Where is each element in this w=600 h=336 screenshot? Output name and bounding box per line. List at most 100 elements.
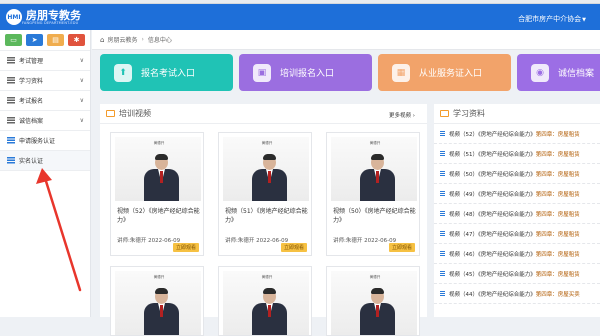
list-item[interactable]: 视频（46）《房地产经纪综合能力》 第四章：房屋租赁 bbox=[434, 244, 600, 264]
video-thumbnail[interactable]: 黄德开 bbox=[115, 137, 201, 201]
watch-now-button[interactable]: 立即观看 bbox=[280, 243, 307, 252]
top-header: HMI 房朋专教务 FANGPENG DEPARTMENT.EDU 合肥市房产中… bbox=[0, 4, 600, 30]
video-card[interactable]: 黄德开 bbox=[218, 266, 312, 336]
list-bullet-icon bbox=[440, 291, 445, 296]
chevron-down-icon: ∨ bbox=[79, 97, 84, 104]
item-chapter: 第四章：房屋租赁 bbox=[535, 131, 580, 138]
video-thumbnail[interactable]: 黄德开 bbox=[331, 271, 417, 335]
video-meta: 讲师:朱德开 2022-06-09 bbox=[333, 238, 397, 244]
video-meta: 讲师:朱德开 2022-06-09 bbox=[225, 238, 289, 244]
card-label: 培训报名入口 bbox=[280, 69, 335, 79]
video-card[interactable]: 黄德开 bbox=[110, 266, 204, 336]
chevron-down-icon: ∨ bbox=[79, 117, 84, 124]
monitor-icon[interactable]: ▭ bbox=[5, 34, 22, 46]
panel-header: 学习资料 bbox=[434, 104, 600, 124]
sidebar-item-label: 学习资料 bbox=[19, 78, 44, 85]
thumbnail-board-title: 黄德开 bbox=[369, 141, 381, 145]
training-video-panel: 培训视频 更多视频 › 黄德开 视频（52）《房地产经纪综合能力》 讲师:朱德开… bbox=[100, 104, 427, 336]
item-chapter: 第四章：房屋租赁 bbox=[535, 151, 580, 158]
video-thumbnail[interactable]: 黄德开 bbox=[223, 137, 309, 201]
thumbnail-board-title: 黄德开 bbox=[261, 141, 273, 145]
list-icon bbox=[7, 77, 15, 84]
list-bullet-icon bbox=[440, 251, 445, 256]
breadcrumb-current: 信息中心 bbox=[147, 37, 172, 44]
list-bullet-icon bbox=[440, 151, 445, 156]
item-title: 视频（52）《房地产经纪综合能力》 bbox=[449, 131, 536, 138]
sidebar-item-service-certification[interactable]: 申请服务认证 bbox=[0, 131, 90, 151]
breadcrumb-home[interactable]: 房朋云教务 bbox=[107, 35, 137, 44]
video-title[interactable]: 视频（52）《房地产经纪综合能力》 bbox=[117, 207, 201, 225]
list-item[interactable]: 视频（48）《房地产经纪综合能力》 第四章：房屋租赁 bbox=[434, 204, 600, 224]
study-materials-panel: 学习资料 视频（52）《房地产经纪综合能力》 第四章：房屋租赁 视频（51）《房地… bbox=[434, 104, 600, 317]
org-name: 合肥市房产中介协会 bbox=[518, 15, 582, 23]
watch-now-button[interactable]: 立即观看 bbox=[388, 243, 415, 252]
sidebar-item-real-name-auth[interactable]: 实名认证 bbox=[0, 151, 90, 171]
list-bullet-icon bbox=[440, 131, 445, 136]
watch-now-button[interactable]: 立即观看 bbox=[172, 243, 199, 252]
thumbnail-board-title: 黄德开 bbox=[153, 275, 165, 279]
chevron-down-icon: ∨ bbox=[79, 77, 84, 84]
video-card[interactable]: 黄德开 视频（50）《房地产经纪综合能力》 讲师:朱德开 2022-06-09 … bbox=[326, 132, 420, 256]
list-item[interactable]: 视频（47）《房地产经纪综合能力》 第四章：房屋租赁 bbox=[434, 224, 600, 244]
exam-registration-card[interactable]: ⬆ 报名考试入口 bbox=[100, 54, 233, 91]
item-title: 视频（50）《房地产经纪综合能力》 bbox=[449, 171, 536, 178]
video-card[interactable]: 黄德开 bbox=[326, 266, 420, 336]
item-chapter: 第四章：房屋租赁 bbox=[535, 171, 580, 178]
document-icon bbox=[440, 110, 449, 117]
video-card[interactable]: 黄德开 视频（51）《房地产经纪综合能力》 讲师:朱德开 2022-06-09 … bbox=[218, 132, 312, 256]
screen-icon: ▣ bbox=[253, 63, 271, 82]
video-grid: 黄德开 视频（52）《房地产经纪综合能力》 讲师:朱德开 2022-06-09 … bbox=[110, 132, 420, 336]
site-logo[interactable]: HMI 房朋专教务 FANGPENG DEPARTMENT.EDU bbox=[6, 9, 81, 25]
sidebar-item-study-materials[interactable]: 学习资料 ∨ bbox=[0, 71, 90, 91]
breadcrumb: ⌂ 房朋云教务 › 信息中心 bbox=[92, 30, 600, 50]
training-registration-card[interactable]: ▣ 培训报名入口 bbox=[239, 54, 372, 91]
item-title: 视频（51）《房地产经纪综合能力》 bbox=[449, 151, 536, 158]
item-chapter: 第四章：房屋租赁 bbox=[535, 251, 580, 258]
video-title[interactable]: 视频（50）《房地产经纪综合能力》 bbox=[333, 207, 417, 225]
panel-title: 培训视频 bbox=[119, 109, 151, 118]
card-label: 诚信档案 bbox=[558, 69, 595, 79]
video-thumbnail[interactable]: 黄德开 bbox=[223, 271, 309, 335]
send-icon[interactable]: ➤ bbox=[26, 34, 43, 46]
breadcrumb-separator: › bbox=[141, 36, 144, 43]
list-item[interactable]: 视频（44）《房地产经纪综合能力》 第四章：房屋买卖 bbox=[434, 284, 600, 304]
list-item[interactable]: 视频（49）《房地产经纪综合能力》 第四章：房屋租赁 bbox=[434, 184, 600, 204]
video-title[interactable]: 视频（51）《房地产经纪综合能力》 bbox=[225, 207, 309, 225]
item-title: 视频（44）《房地产经纪综合能力》 bbox=[449, 291, 536, 298]
item-title: 视频（45）《房地产经纪综合能力》 bbox=[449, 271, 536, 278]
item-title: 视频（46）《房地产经纪综合能力》 bbox=[449, 251, 536, 258]
item-chapter: 第四章：房屋租赁 bbox=[535, 211, 580, 218]
sidebar-item-label: 考试管理 bbox=[19, 58, 44, 65]
sidebar-item-label: 诚信档案 bbox=[19, 118, 44, 125]
list-item[interactable]: 视频（45）《房地产经纪综合能力》 第四章：房屋租赁 bbox=[434, 264, 600, 284]
org-dropdown[interactable]: 合肥市房产中介协会▼ bbox=[518, 14, 586, 24]
video-thumbnail[interactable]: 黄德开 bbox=[115, 271, 201, 335]
id-card-icon: ▦ bbox=[392, 63, 410, 82]
card-label: 从业服务证入口 bbox=[419, 69, 483, 79]
list-bullet-icon bbox=[440, 191, 445, 196]
video-thumbnail[interactable]: 黄德开 bbox=[331, 137, 417, 201]
practice-certificate-card[interactable]: ▦ 从业服务证入口 bbox=[378, 54, 511, 91]
thumbnail-board-title: 黄德开 bbox=[153, 141, 165, 145]
medal-icon: ◉ bbox=[531, 63, 549, 82]
more-videos-link[interactable]: 更多视频 › bbox=[389, 111, 415, 119]
item-title: 视频（47）《房地产经纪综合能力》 bbox=[449, 231, 536, 238]
doc-icon[interactable]: ▤ bbox=[47, 34, 64, 46]
thumbnail-board-title: 黄德开 bbox=[261, 275, 273, 279]
video-card[interactable]: 黄德开 视频（52）《房地产经纪综合能力》 讲师:朱德开 2022-06-09 … bbox=[110, 132, 204, 256]
sidebar-item-exam-registration[interactable]: 考试报名 ∨ bbox=[0, 91, 90, 111]
quick-entry-cards: ⬆ 报名考试入口 ▣ 培训报名入口 ▦ 从业服务证入口 ◉ 诚信档案 bbox=[100, 54, 600, 91]
gear-icon[interactable]: ✱ bbox=[68, 34, 85, 46]
logo-text: 房朋专教务 bbox=[26, 8, 81, 22]
video-meta: 讲师:朱德开 2022-06-09 bbox=[117, 238, 181, 244]
list-bullet-icon bbox=[440, 171, 445, 176]
credit-archive-card[interactable]: ◉ 诚信档案 bbox=[517, 54, 600, 91]
home-icon[interactable]: ⌂ bbox=[100, 36, 104, 44]
list-item[interactable]: 视频（50）《房地产经纪综合能力》 第四章：房屋租赁 bbox=[434, 164, 600, 184]
list-item[interactable]: 视频（51）《房地产经纪综合能力》 第四章：房屋租赁 bbox=[434, 144, 600, 164]
list-item[interactable]: 视频（52）《房地产经纪综合能力》 第四章：房屋租赁 bbox=[434, 124, 600, 144]
logo-badge-icon: HMI bbox=[6, 9, 22, 25]
sidebar-item-credit-archive[interactable]: 诚信档案 ∨ bbox=[0, 111, 90, 131]
sidebar-item-exam-management[interactable]: 考试管理 ∨ bbox=[0, 51, 90, 71]
item-chapter: 第四章：房屋租赁 bbox=[535, 191, 580, 198]
